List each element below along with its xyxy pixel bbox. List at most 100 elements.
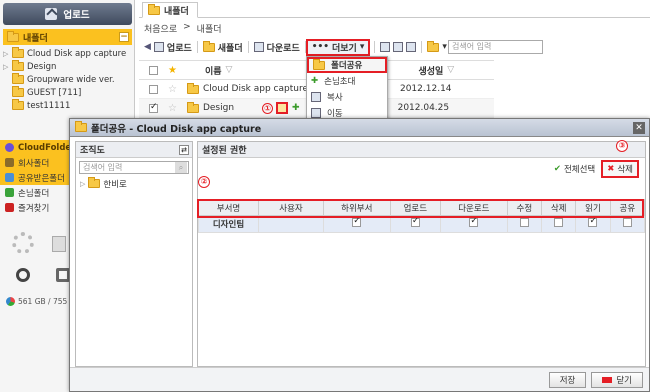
col-edit: 수정	[506, 199, 542, 216]
sidebar-item-label: 공유받은폴더	[18, 173, 65, 184]
perm-read-checkbox[interactable]	[588, 216, 598, 227]
select-all-button[interactable]: ✔ 전체선택	[554, 163, 595, 175]
file-date: 2012.04.25	[397, 103, 450, 113]
collapse-icon[interactable]: −	[119, 32, 129, 42]
tree-item[interactable]: test11111	[3, 99, 132, 112]
tree-item-label: Cloud Disk app capture	[27, 48, 127, 59]
sync-icon[interactable]	[16, 268, 30, 282]
annotation-3: ③	[616, 140, 628, 152]
tab-my-folder[interactable]: 내폴더	[142, 2, 198, 18]
column-created[interactable]: 생성일	[418, 64, 443, 77]
document-icon[interactable]	[52, 236, 66, 252]
perm-share-checkbox[interactable]	[622, 218, 632, 227]
select-all-checkbox[interactable]	[149, 65, 158, 75]
tree-item[interactable]: ▷ Cloud Disk app capture	[3, 47, 132, 60]
cloud-icon	[5, 143, 14, 152]
col-download: 다운로드	[440, 199, 508, 216]
dialog-footer: 저장 닫기	[70, 367, 649, 391]
menu-item-label: 손님초대	[324, 77, 356, 87]
star-icon[interactable]: ☆	[168, 84, 177, 95]
more-button[interactable]: ••• 더보기 ▾	[305, 38, 371, 56]
col-user: 사용자	[258, 199, 324, 216]
tree-item[interactable]: GUEST [711]	[3, 86, 132, 99]
windows-icon[interactable]	[56, 268, 70, 282]
breadcrumb-separator: >	[183, 22, 191, 32]
new-folder-label: 새폴더	[217, 43, 243, 54]
share-folder-dialog: 폴더공유 - Cloud Disk app capture ✕ 조직도 ⇄ 검색…	[69, 118, 650, 392]
file-name[interactable]: Design	[203, 103, 234, 113]
my-folder-header[interactable]: 내폴더 −	[3, 29, 132, 45]
sort-icon[interactable]: ▽	[226, 65, 233, 75]
search-input[interactable]: 검색어 입력	[448, 40, 543, 54]
folder-icon	[12, 73, 24, 84]
upload-icon	[45, 8, 58, 20]
more-dots-icon: •••	[311, 42, 329, 52]
save-button[interactable]: 저장	[548, 371, 587, 388]
quota: 561 GB / 755	[6, 297, 67, 306]
tree-item-label: test11111	[27, 100, 71, 111]
sidebar-item-label: 회사폴더	[18, 158, 50, 169]
refresh-icon[interactable]: ⇄	[179, 144, 189, 155]
sort-icon[interactable]: ▽	[447, 65, 454, 75]
permission-header-row: 부서명 사용자 하위부서 업로드 다운로드 수정 삭제 읽기 공유	[198, 199, 646, 216]
row-checkbox[interactable]	[149, 102, 158, 113]
table-row[interactable]: 디자인팀	[198, 215, 646, 233]
star-icon[interactable]: ★	[168, 65, 177, 76]
search-icon[interactable]: ⌕	[175, 162, 187, 173]
download-icon	[253, 42, 264, 52]
delete-button[interactable]: ✖ 삭제	[601, 160, 639, 178]
download-label: 다운로드	[266, 43, 300, 54]
expand-icon[interactable]: ▷	[80, 180, 85, 188]
share-folder-icon	[75, 121, 87, 132]
org-tree-node[interactable]: ▷ 한비로	[80, 177, 192, 190]
quota-text: 561 GB / 755	[18, 297, 68, 306]
settings-icon[interactable]	[12, 232, 34, 254]
col-upload: 업로드	[389, 199, 442, 216]
file-date: 2012.12.14	[399, 84, 452, 94]
list-view-icon[interactable]	[380, 42, 391, 52]
move-icon	[311, 108, 321, 118]
close-button[interactable]: 닫기	[591, 371, 643, 388]
row-checkbox[interactable]	[149, 84, 158, 94]
file-name[interactable]: Cloud Disk app capture	[203, 84, 308, 94]
menu-item-share-folder[interactable]: 폴더공유	[307, 57, 387, 73]
perm-download-checkbox[interactable]	[469, 216, 479, 227]
folder-icon	[12, 60, 24, 71]
upload-button[interactable]: 업로드	[3, 3, 132, 25]
back-arrow-icon[interactable]: ◀	[144, 42, 151, 52]
chevron-down-icon: ▾	[359, 42, 365, 52]
thumbnail-view-icon[interactable]	[406, 42, 417, 52]
folder-icon	[12, 47, 24, 58]
folder-icon	[12, 86, 24, 97]
add-user-icon: ✚	[311, 76, 319, 86]
folder-icon	[186, 82, 199, 94]
close-label: 닫기	[616, 375, 632, 386]
toolbar-upload-button[interactable]: ◀ 업로드	[139, 39, 197, 55]
download-button[interactable]: 다운로드	[249, 39, 305, 55]
star-icon[interactable]: ☆	[168, 103, 177, 114]
favorites-icon	[5, 203, 14, 212]
org-search-placeholder: 검색어 입력	[83, 163, 123, 172]
close-icon[interactable]: ✕	[633, 121, 645, 134]
perm-subdept-checkbox[interactable]	[352, 216, 362, 227]
tree-item[interactable]: ▷ Design	[3, 60, 132, 73]
tree-item-label: Design	[27, 61, 57, 72]
cell-user	[258, 215, 324, 233]
org-search-input[interactable]: 검색어 입력 ⌕	[79, 161, 189, 174]
detail-view-icon[interactable]	[393, 42, 404, 52]
perm-delete-checkbox[interactable]	[554, 218, 564, 227]
column-name[interactable]: 이름	[205, 64, 222, 77]
delete-x-icon: ✖	[607, 164, 615, 174]
share-folder-icon	[313, 58, 325, 70]
menu-item-copy[interactable]: 복사	[307, 89, 387, 105]
share-folder-icon[interactable]	[276, 102, 289, 114]
menu-item-invite-guest[interactable]: ✚ 손님초대	[307, 73, 387, 89]
perm-upload-checkbox[interactable]	[410, 216, 420, 227]
tree-item[interactable]: Groupware wide ver.	[3, 73, 132, 86]
view-toggle[interactable]	[375, 39, 421, 55]
new-folder-button[interactable]: 새폴더	[198, 39, 248, 55]
add-user-icon[interactable]: ✚	[292, 103, 300, 113]
breadcrumb-home[interactable]: 처음으로	[144, 22, 177, 35]
perm-edit-checkbox[interactable]	[519, 218, 529, 227]
permission-header: 설정된 권한	[198, 142, 645, 158]
